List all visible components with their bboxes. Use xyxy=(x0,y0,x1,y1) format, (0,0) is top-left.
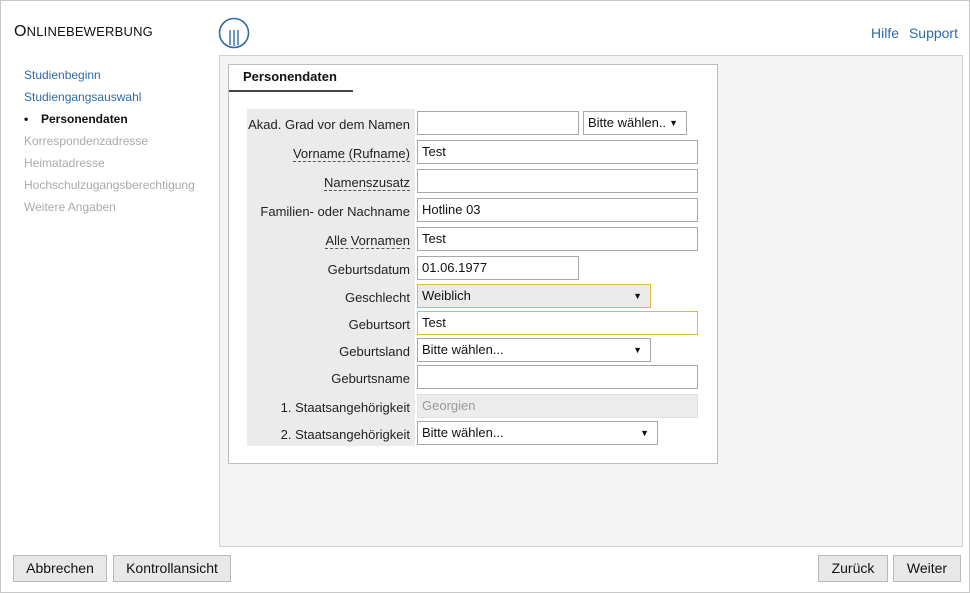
geburtsdatum-label: Geburtsdatum xyxy=(327,262,410,277)
nachname-label: Familien- oder Nachname xyxy=(260,204,410,219)
sidebar-item-studiengangsauswahl[interactable]: Studiengangsauswahl xyxy=(24,90,214,112)
geburtsland-select[interactable]: Bitte wählen... ▼ xyxy=(417,338,651,362)
row-geburtsland: Geburtsland Bitte wählen... ▼ xyxy=(229,338,719,364)
geburtsname-label: Geburtsname xyxy=(331,371,410,386)
nachname-input[interactable]: Hotline 03 xyxy=(417,198,698,222)
row-alle-vornamen: Alle Vornamen Test xyxy=(229,227,719,253)
sidebar-item-personendaten[interactable]: • Personendaten xyxy=(24,112,214,134)
back-button[interactable]: Zurück xyxy=(818,555,888,582)
sidebar-nav: Studienbeginn Studiengangsauswahl • Perso… xyxy=(24,68,214,222)
akad-grad-select[interactable]: Bitte wählen.. ▼ xyxy=(583,111,687,135)
cancel-button[interactable]: Abbrechen xyxy=(13,555,107,582)
staatsangehoerigkeit-1-input: Georgien xyxy=(417,394,698,418)
staatsangehoerigkeit-2-select[interactable]: Bitte wählen... ▼ xyxy=(417,421,658,445)
chevron-down-icon: ▼ xyxy=(633,291,642,301)
row-staatsangehoerigkeit-2: 2. Staatsangehörigkeit Bitte wählen... ▼ xyxy=(229,421,719,447)
staatsangehoerigkeit-2-select-value: Bitte wählen... xyxy=(422,425,504,440)
namenszusatz-label-text: Namenszusatz xyxy=(324,175,410,191)
chevron-down-icon: ▼ xyxy=(633,345,642,355)
sidebar-item-studienbeginn[interactable]: Studienbeginn xyxy=(24,68,214,90)
top-links: Hilfe Support xyxy=(865,25,958,41)
geburtsort-label: Geburtsort xyxy=(348,317,410,332)
row-vorname: Vorname (Rufname) Test xyxy=(229,140,719,166)
personendaten-card: Personendaten Akad. Grad vor dem Namen B… xyxy=(228,64,718,464)
vorname-input[interactable]: Test xyxy=(417,140,698,164)
vorname-label: Vorname (Rufname) xyxy=(247,146,410,162)
akad-grad-label: Akad. Grad vor dem Namen xyxy=(248,117,410,132)
row-namenszusatz: Namenszusatz xyxy=(229,169,719,195)
staatsangehoerigkeit-2-label: 2. Staatsangehörigkeit xyxy=(280,427,410,442)
geschlecht-select-value: Weiblich xyxy=(422,288,471,303)
row-geburtsdatum: Geburtsdatum 01.06.1977 xyxy=(229,256,719,282)
row-akad-grad: Akad. Grad vor dem Namen Bitte wählen.. … xyxy=(229,111,719,137)
vorname-label-text: Vorname (Rufname) xyxy=(292,146,410,162)
row-staatsangehoerigkeit-1: 1. Staatsangehörigkeit Georgien xyxy=(229,394,719,420)
tab-personendaten[interactable]: Personendaten xyxy=(229,65,353,92)
geburtsland-label: Geburtsland xyxy=(339,344,410,359)
chevron-down-icon: ▼ xyxy=(669,118,678,128)
main-panel: Personendaten Akad. Grad vor dem Namen B… xyxy=(219,55,963,547)
support-link[interactable]: Support xyxy=(909,25,958,41)
geburtsland-select-value: Bitte wählen... xyxy=(422,342,504,357)
sidebar-item-label: Personendaten xyxy=(41,112,128,126)
next-button[interactable]: Weiter xyxy=(893,555,961,582)
review-button[interactable]: Kontrollansicht xyxy=(113,555,231,582)
geburtsort-input[interactable]: Test xyxy=(417,311,698,335)
row-geschlecht: Geschlecht Weiblich ▼ xyxy=(229,284,719,310)
akad-grad-select-value: Bitte wählen.. xyxy=(588,115,667,130)
university-logo-icon xyxy=(218,17,250,49)
sidebar-item-weitere-angaben: Weitere Angaben xyxy=(24,200,116,214)
alle-vornamen-label-text: Alle Vornamen xyxy=(325,233,410,249)
alle-vornamen-label: Alle Vornamen xyxy=(247,233,410,249)
namenszusatz-label: Namenszusatz xyxy=(247,175,410,191)
geburtsdatum-input[interactable]: 01.06.1977 xyxy=(417,256,579,280)
alle-vornamen-input[interactable]: Test xyxy=(417,227,698,251)
active-bullet: • xyxy=(24,112,29,126)
geburtsname-input[interactable] xyxy=(417,365,698,389)
row-geburtsname: Geburtsname xyxy=(229,365,719,391)
geschlecht-label: Geschlecht xyxy=(344,290,410,305)
sidebar-item-heimatadresse: Heimatadresse xyxy=(24,156,105,170)
chevron-down-icon: ▼ xyxy=(640,428,649,438)
row-geburtsort: Geburtsort Test xyxy=(229,311,719,337)
sidebar-item-hochschulzugangsberechtigung: Hochschulzugangsberechtigung xyxy=(24,178,195,192)
akad-grad-input[interactable] xyxy=(417,111,579,135)
row-nachname: Familien- oder Nachname Hotline 03 xyxy=(229,198,719,224)
staatsangehoerigkeit-1-label: 1. Staatsangehörigkeit xyxy=(280,400,410,415)
app-title: ONLINEBEWERBUNG xyxy=(14,23,153,41)
app-title-initial: O xyxy=(14,23,27,40)
namenszusatz-input[interactable] xyxy=(417,169,698,193)
app-title-rest: NLINEBEWERBUNG xyxy=(26,24,153,39)
geschlecht-select[interactable]: Weiblich ▼ xyxy=(417,284,651,308)
help-link[interactable]: Hilfe xyxy=(871,25,899,41)
sidebar-item-korrespondenzadresse: Korrespondenzadresse xyxy=(24,134,149,148)
